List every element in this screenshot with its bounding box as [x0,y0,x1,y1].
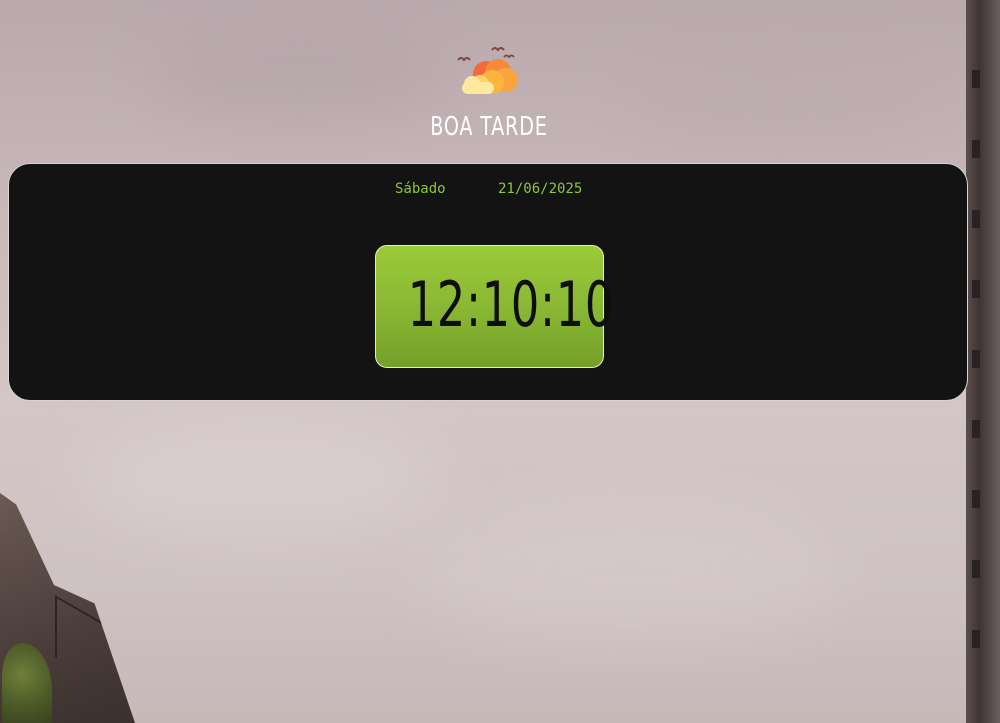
background-cloud [150,30,450,120]
background-cloud [420,500,840,640]
cloud-sun-icon [457,47,518,94]
digital-clock: 12:10:10 [375,245,615,368]
clock-time: 12:10:10 [407,268,615,341]
date-label: 21/06/2025 [498,181,583,197]
greeting-title: BOA TARDE [430,112,548,142]
background-building-right [966,0,1000,723]
clock-panel: Sábado 21/06/2025 12:10:10 [8,163,968,401]
background-cloud [620,60,940,160]
weekday-label: Sábado [395,181,446,197]
background-cloud [80,420,440,540]
